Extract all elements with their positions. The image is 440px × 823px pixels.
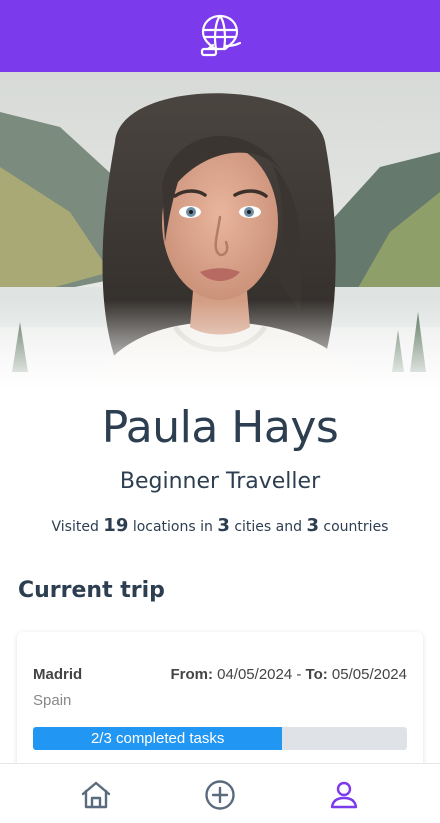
locations-count: 19: [103, 515, 129, 536]
trip-dates: From: 04/05/2024 - To: 05/05/2024: [170, 666, 407, 683]
tasks-progress-label: 2/3 completed tasks: [90, 730, 225, 747]
plus-circle-icon: [204, 779, 236, 811]
hot-air-balloon-icon[interactable]: [196, 12, 244, 60]
to-label: To:: [305, 666, 328, 683]
current-trip-card[interactable]: Madrid Spain From: 04/05/2024 - To: 05/0…: [17, 632, 423, 782]
current-trip-title: Current trip: [18, 578, 165, 603]
cities-text: cities and: [234, 519, 302, 535]
cities-count: 3: [217, 515, 230, 536]
profile-photo: [0, 72, 440, 390]
tasks-progress-fill: 2/3 completed tasks: [33, 727, 283, 750]
visit-stats: Visited 19 locations in 3 cities and 3 c…: [0, 515, 440, 536]
trip-country: Spain: [33, 692, 72, 709]
nav-profile-button[interactable]: [327, 778, 361, 812]
from-date: 04/05/2024: [217, 666, 293, 683]
user-icon: [328, 779, 360, 811]
trip-city: Madrid: [33, 666, 83, 683]
profile-name: Paula Hays: [101, 402, 339, 453]
nav-home-button[interactable]: [79, 778, 113, 812]
locations-text: locations in: [132, 519, 213, 535]
countries-text: countries: [323, 519, 389, 535]
nav-add-button[interactable]: [203, 778, 237, 812]
countries-count: 3: [306, 515, 319, 536]
app-header: [0, 0, 440, 72]
from-label: From:: [170, 666, 213, 683]
traveller-level: Beginner Traveller: [119, 469, 321, 494]
tasks-progress-bar: 2/3 completed tasks: [33, 727, 407, 750]
bottom-navigation: [0, 763, 440, 823]
photo-fade-overlay: [0, 300, 440, 390]
home-icon: [80, 779, 112, 811]
date-separator: -: [296, 666, 302, 683]
to-date: 05/05/2024: [331, 666, 407, 683]
stats-prefix: Visited: [51, 519, 99, 535]
